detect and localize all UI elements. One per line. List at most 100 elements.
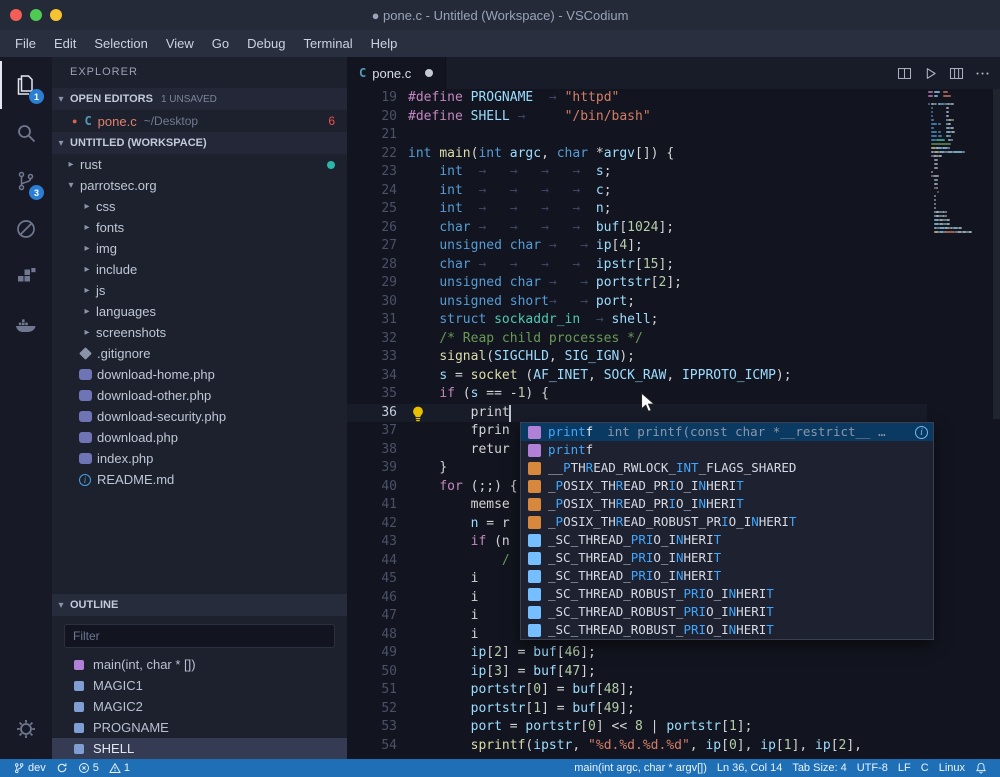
suggestion--sc-thread-prio-inherit[interactable]: _SC_THREAD_PRIO_INHERIT bbox=[521, 549, 933, 567]
line-number-51[interactable]: 51 bbox=[347, 681, 397, 700]
line-number-23[interactable]: 23 bbox=[347, 163, 397, 182]
line-number-53[interactable]: 53 bbox=[347, 718, 397, 737]
line-number-48[interactable]: 48 bbox=[347, 626, 397, 645]
info-icon[interactable]: i bbox=[915, 425, 928, 439]
line-number-30[interactable]: 30 bbox=[347, 293, 397, 312]
suggestion--sc-thread-prio-inherit[interactable]: _SC_THREAD_PRIO_INHERIT bbox=[521, 531, 933, 549]
suggestion--sc-thread-robust-prio-inherit[interactable]: _SC_THREAD_ROBUST_PRIO_INHERIT bbox=[521, 621, 933, 639]
window-minimize-button[interactable] bbox=[50, 9, 62, 21]
menu-selection[interactable]: Selection bbox=[85, 32, 156, 55]
menu-terminal[interactable]: Terminal bbox=[294, 32, 361, 55]
line-number-44[interactable]: 44 bbox=[347, 552, 397, 571]
outline-item-magic1[interactable]: MAGIC1 bbox=[52, 675, 347, 696]
activity-extensions[interactable] bbox=[0, 253, 52, 301]
folder-parrotsec-org[interactable]: ▾ parrotsec.org bbox=[52, 175, 347, 196]
line-number-46[interactable]: 46 bbox=[347, 589, 397, 608]
line-number-43[interactable]: 43 bbox=[347, 533, 397, 552]
menu-view[interactable]: View bbox=[157, 32, 203, 55]
line-number-28[interactable]: 28 bbox=[347, 256, 397, 275]
line-number-42[interactable]: 42 bbox=[347, 515, 397, 534]
outline-item-magic2[interactable]: MAGIC2 bbox=[52, 696, 347, 717]
line-number-35[interactable]: 35 bbox=[347, 385, 397, 404]
menu-debug[interactable]: Debug bbox=[238, 32, 294, 55]
code-action-lightbulb-icon[interactable] bbox=[411, 406, 425, 421]
file--gitignore[interactable]: .gitignore bbox=[52, 343, 347, 364]
suggestion--sc-thread-prio-inherit[interactable]: _SC_THREAD_PRIO_INHERIT bbox=[521, 567, 933, 585]
open-editor-item-pone[interactable]: ● C pone.c ~/Desktop 6 bbox=[52, 110, 347, 132]
status-encoding[interactable]: UTF-8 bbox=[852, 759, 893, 777]
folder-languages[interactable]: ▸ languages bbox=[52, 301, 347, 322]
line-number-20[interactable]: 20 bbox=[347, 108, 397, 127]
file-readme-md[interactable]: i README.md bbox=[52, 469, 347, 490]
line-number-36[interactable]: 36 bbox=[347, 404, 397, 423]
line-number-26[interactable]: 26 bbox=[347, 219, 397, 238]
outline-item-main-int-char-[interactable]: main(int, char * []) bbox=[52, 654, 347, 675]
activity-docker[interactable] bbox=[0, 301, 52, 349]
window-close-button[interactable] bbox=[10, 9, 22, 21]
line-number-54[interactable]: 54 bbox=[347, 737, 397, 756]
menu-go[interactable]: Go bbox=[203, 32, 238, 55]
activity-search[interactable] bbox=[0, 109, 52, 157]
menu-help[interactable]: Help bbox=[362, 32, 407, 55]
status-symbol[interactable]: main(int argc, char * argv[]) bbox=[569, 759, 712, 777]
line-number-31[interactable]: 31 bbox=[347, 311, 397, 330]
line-number-25[interactable]: 25 bbox=[347, 200, 397, 219]
suggestion--pthread-rwlock-int-flags-shared[interactable]: __PTHREAD_RWLOCK_INT_FLAGS_SHARED bbox=[521, 459, 933, 477]
line-number-19[interactable]: 19 bbox=[347, 89, 397, 108]
scrollbar-thumb[interactable] bbox=[993, 89, 1000, 419]
activity-settings[interactable] bbox=[0, 705, 52, 753]
code-editor[interactable]: 19 20 21 22 23 24 25 26 27 28 29 30 31 32 33 34 35 36 37 38… bbox=[347, 89, 1000, 759]
line-number-49[interactable]: 49 bbox=[347, 644, 397, 663]
more-actions-button[interactable] bbox=[972, 63, 992, 83]
suggestion--posix-thread-robust-prio-inherit[interactable]: _POSIX_THREAD_ROBUST_PRIO_INHERIT bbox=[521, 513, 933, 531]
line-number-34[interactable]: 34 bbox=[347, 367, 397, 386]
outline-item-progname[interactable]: PROGNAME bbox=[52, 717, 347, 738]
line-number-29[interactable]: 29 bbox=[347, 274, 397, 293]
activity-source-control[interactable]: 3 bbox=[0, 157, 52, 205]
status-sync[interactable] bbox=[51, 759, 73, 777]
status-os[interactable]: Linux bbox=[934, 759, 970, 777]
folder-js[interactable]: ▸ js bbox=[52, 280, 347, 301]
activity-debug[interactable] bbox=[0, 205, 52, 253]
line-number-38[interactable]: 38 bbox=[347, 441, 397, 460]
status-language-mode[interactable]: C bbox=[916, 759, 934, 777]
line-number-24[interactable]: 24 bbox=[347, 182, 397, 201]
workspace-header[interactable]: ▾ UNTITLED (WORKSPACE) bbox=[52, 132, 347, 154]
menu-file[interactable]: File bbox=[6, 32, 45, 55]
file-download-php[interactable]: download.php bbox=[52, 427, 347, 448]
line-number-52[interactable]: 52 bbox=[347, 700, 397, 719]
toggle-layout-button[interactable] bbox=[946, 63, 966, 83]
activity-explorer[interactable]: 1 bbox=[0, 61, 52, 109]
run-button[interactable] bbox=[920, 63, 940, 83]
folder-include[interactable]: ▸ include bbox=[52, 259, 347, 280]
tab-pone-c[interactable]: C pone.c bbox=[347, 57, 447, 89]
line-number-32[interactable]: 32 bbox=[347, 330, 397, 349]
line-number-39[interactable]: 39 bbox=[347, 459, 397, 478]
status-warnings[interactable]: 1 bbox=[104, 759, 135, 777]
status-cursor-position[interactable]: Ln 36, Col 14 bbox=[712, 759, 787, 777]
split-editor-button[interactable] bbox=[894, 63, 914, 83]
line-number-41[interactable]: 41 bbox=[347, 496, 397, 515]
minimap[interactable] bbox=[928, 91, 992, 235]
file-download-home-php[interactable]: download-home.php bbox=[52, 364, 347, 385]
suggestion--posix-thread-prio-inherit[interactable]: _POSIX_THREAD_PRIO_INHERIT bbox=[521, 477, 933, 495]
suggestion-printf[interactable]: printf bbox=[521, 441, 933, 459]
folder-img[interactable]: ▸ img bbox=[52, 238, 347, 259]
status-branch[interactable]: dev bbox=[8, 759, 51, 777]
line-number-21[interactable]: 21 bbox=[347, 126, 397, 145]
file-download-other-php[interactable]: download-other.php bbox=[52, 385, 347, 406]
suggestion--sc-thread-robust-prio-inherit[interactable]: _SC_THREAD_ROBUST_PRIO_INHERIT bbox=[521, 603, 933, 621]
line-number-50[interactable]: 50 bbox=[347, 663, 397, 682]
outline-item-shell[interactable]: SHELL bbox=[52, 738, 347, 759]
outline-header[interactable]: ▾ OUTLINE bbox=[52, 594, 347, 616]
line-number-37[interactable]: 37 bbox=[347, 422, 397, 441]
folder-screenshots[interactable]: ▸ screenshots bbox=[52, 322, 347, 343]
folder-css[interactable]: ▸ css bbox=[52, 196, 347, 217]
status-errors[interactable]: 5 bbox=[73, 759, 104, 777]
line-number-33[interactable]: 33 bbox=[347, 348, 397, 367]
suggestion--posix-thread-prio-inherit[interactable]: _POSIX_THREAD_PRIO_INHERIT bbox=[521, 495, 933, 513]
folder-fonts[interactable]: ▸ fonts bbox=[52, 217, 347, 238]
line-number-40[interactable]: 40 bbox=[347, 478, 397, 497]
unsaved-dot-icon[interactable] bbox=[425, 69, 434, 77]
line-number-22[interactable]: 22 bbox=[347, 145, 397, 164]
